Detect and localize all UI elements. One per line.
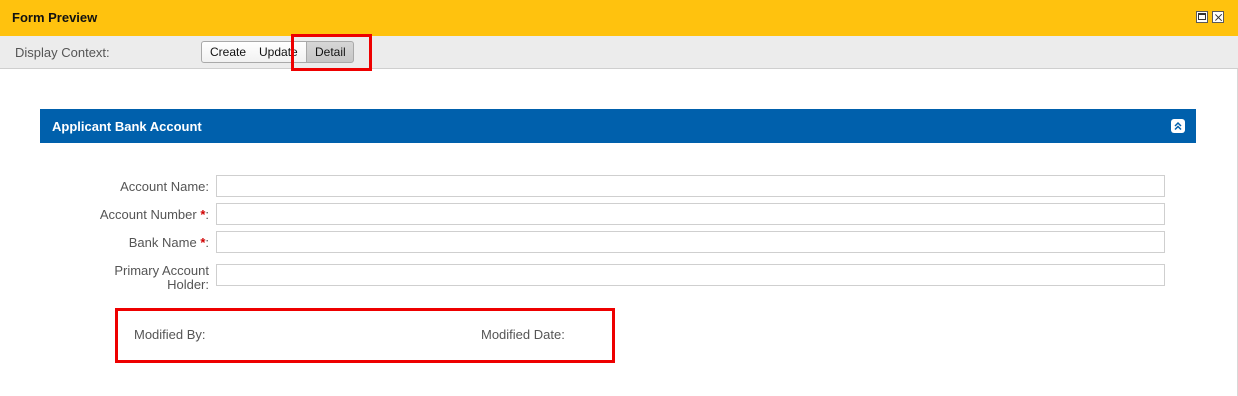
update-context-button[interactable]: Update [251, 41, 307, 63]
label-colon: : [205, 207, 209, 222]
window-title: Form Preview [12, 10, 98, 25]
modified-date-label: Modified Date: [481, 327, 565, 342]
detail-context-button[interactable]: Detail [306, 41, 354, 63]
bank-name-label-text: Bank Name [128, 235, 201, 250]
modified-by-label: Modified By: [134, 327, 206, 342]
account-number-label: Account Number *: [100, 208, 209, 222]
primary-account-holder-label-line2: Holder: [167, 277, 209, 292]
bank-name-input[interactable] [216, 231, 1165, 253]
display-context-label: Display Context: [15, 45, 110, 60]
account-name-label: Account Name: [120, 180, 209, 194]
close-window-icon[interactable] [1212, 11, 1224, 23]
bank-name-label: Bank Name *: [129, 236, 209, 250]
primary-account-holder-input[interactable] [216, 264, 1165, 286]
label-colon: : [205, 235, 209, 250]
section-title: Applicant Bank Account [52, 119, 202, 134]
section-header: Applicant Bank Account [40, 109, 1196, 143]
form-preview-window: Form Preview Display Context: Create Upd… [0, 0, 1238, 396]
account-number-label-text: Account Number [99, 207, 201, 222]
collapse-section-icon[interactable] [1171, 119, 1185, 133]
primary-account-holder-label-line1: Primary Account [114, 263, 209, 278]
account-name-label-text: Account Name: [120, 179, 209, 194]
account-number-input[interactable] [216, 203, 1165, 225]
title-bar: Form Preview [0, 0, 1238, 36]
display-context-bar: Display Context: Create Update Detail [0, 36, 1238, 69]
restore-window-icon[interactable] [1196, 11, 1208, 23]
create-context-button[interactable]: Create [201, 41, 252, 63]
primary-account-holder-label: Primary Account Holder: [99, 264, 209, 292]
account-name-input[interactable] [216, 175, 1165, 197]
